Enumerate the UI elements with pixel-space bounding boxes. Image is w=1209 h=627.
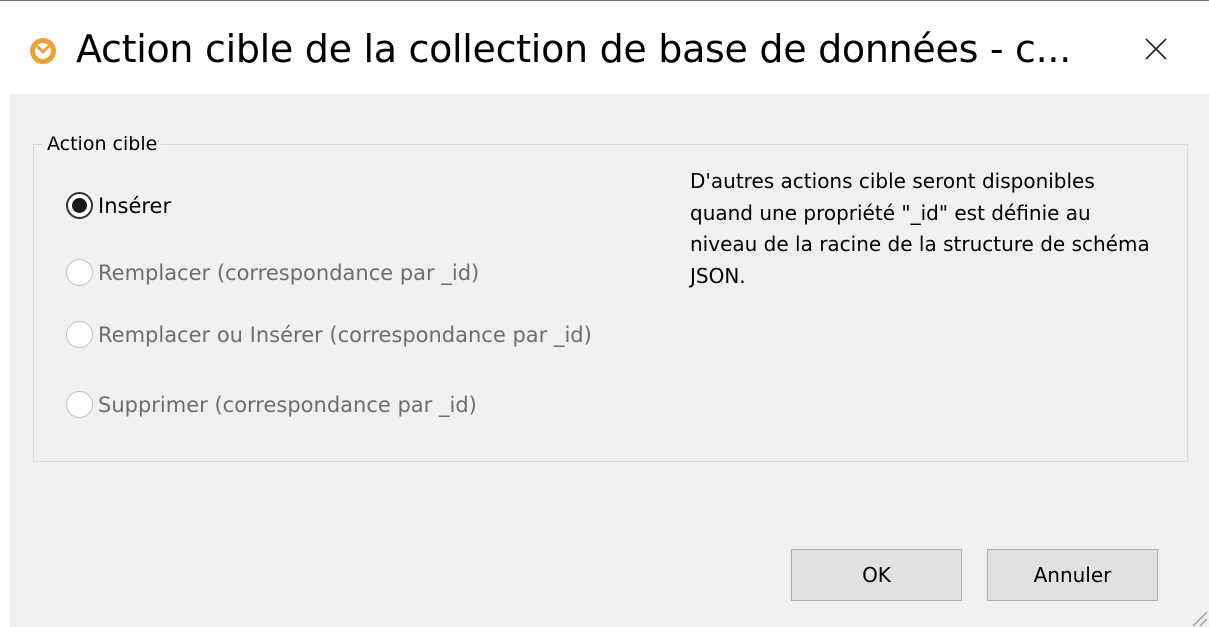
radio-replace-or-insert[interactable]: Remplacer ou Insérer (correspondance par…	[66, 321, 592, 348]
radio-button-disabled[interactable]	[66, 259, 93, 286]
radio-label-delete: Supprimer (correspondance par _id)	[98, 392, 477, 417]
radio-replace[interactable]: Remplacer (correspondance par _id)	[66, 259, 479, 286]
radio-button-disabled[interactable]	[66, 391, 93, 418]
radio-label-replace-or-insert: Remplacer ou Insérer (correspondance par…	[98, 322, 592, 347]
radio-label-insert: Insérer	[98, 193, 172, 218]
window-title: Action cible de la collection de base de…	[76, 27, 1071, 71]
radio-delete[interactable]: Supprimer (correspondance par _id)	[66, 391, 477, 418]
cancel-button[interactable]: Annuler	[987, 549, 1158, 601]
resize-grip-icon[interactable]	[1185, 604, 1209, 627]
radio-button-checked[interactable]	[66, 192, 93, 219]
altova-clock-icon	[29, 37, 57, 65]
close-button[interactable]	[1130, 25, 1182, 77]
dialog-content: Action cible Insérer Remplacer (correspo…	[10, 94, 1209, 627]
info-message: D'autres actions cible seront disponible…	[690, 169, 1150, 288]
close-icon	[1144, 37, 1168, 65]
radio-button-disabled[interactable]	[66, 321, 93, 348]
groupbox-legend: Action cible	[43, 132, 162, 156]
dialog-window: Action cible de la collection de base de…	[0, 0, 1209, 627]
radio-label-replace: Remplacer (correspondance par _id)	[98, 260, 480, 285]
ok-button[interactable]: OK	[791, 549, 962, 601]
radio-insert[interactable]: Insérer	[66, 192, 171, 219]
title-bar[interactable]: Action cible de la collection de base de…	[0, 1, 1209, 93]
